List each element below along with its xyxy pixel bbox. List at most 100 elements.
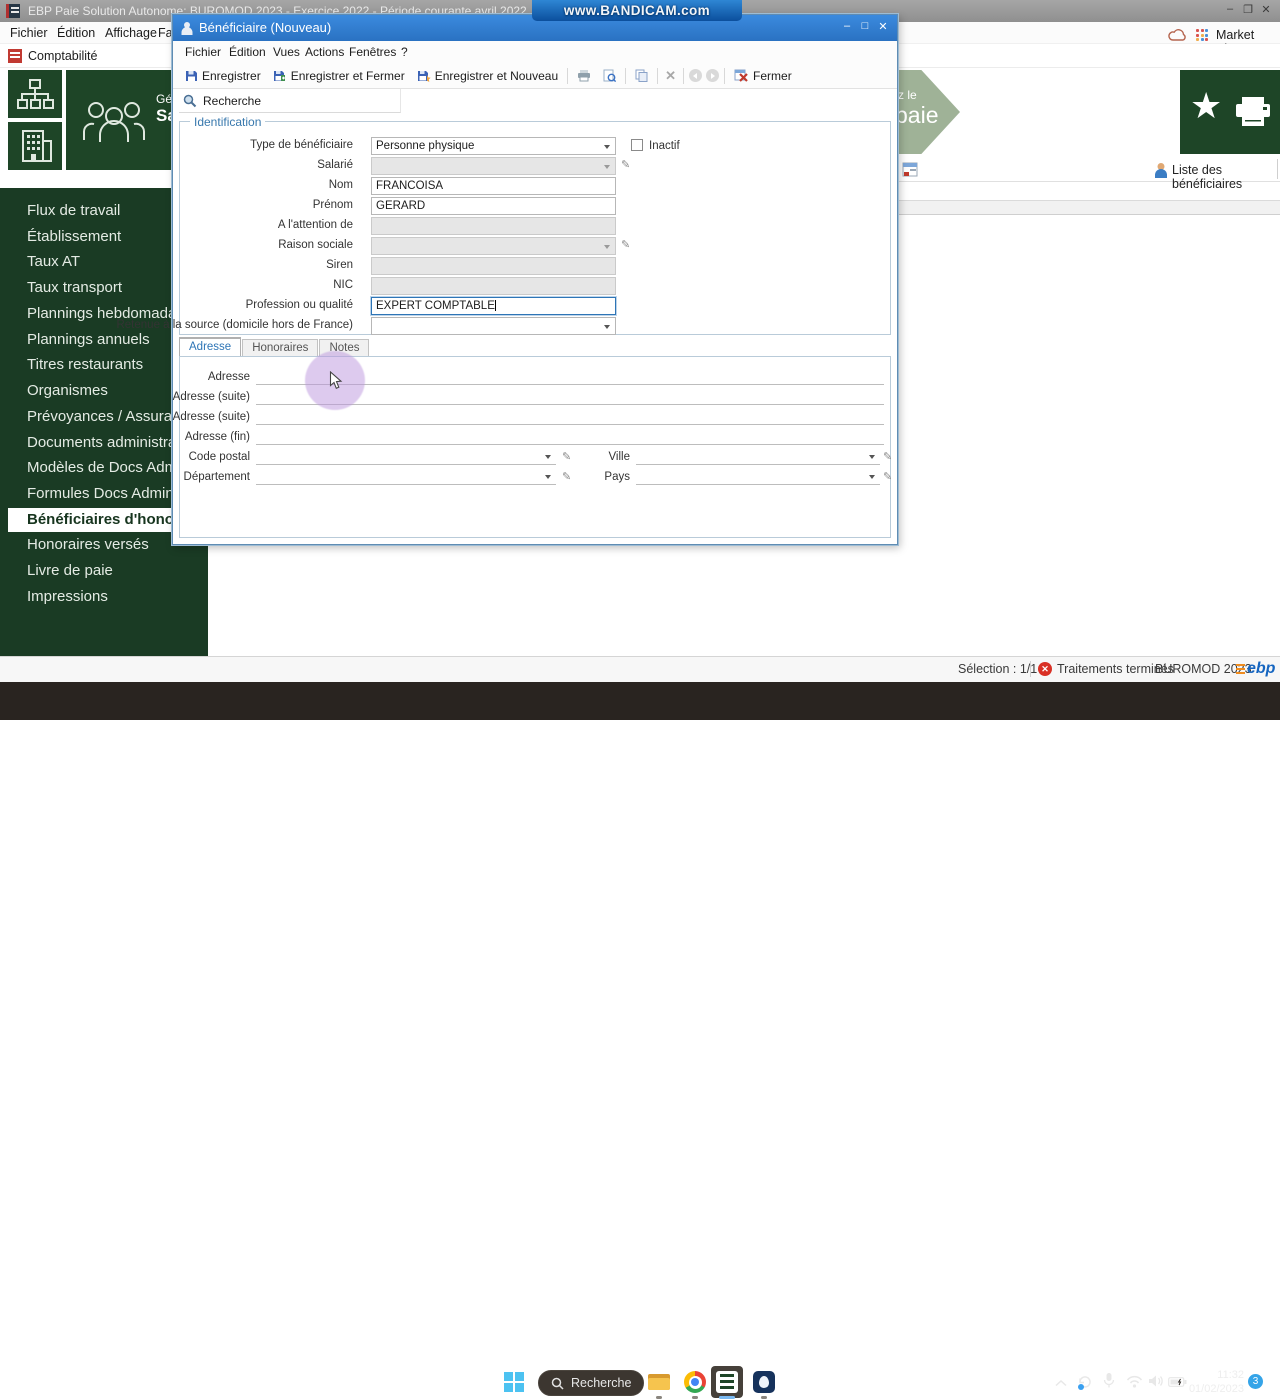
print-preview-button[interactable] [597,65,622,87]
chevron-down-icon[interactable] [869,475,875,479]
toolbar-separator [625,67,627,84]
profession-row: Profession ou qualité EXPERT COMPTABLE [173,297,885,315]
menu-edition[interactable]: Édition [57,26,95,40]
org-chart-icon [17,79,54,109]
building-tile[interactable] [8,122,62,170]
menu-vues[interactable]: Vues [273,45,300,59]
save-button[interactable]: Enregistrer [179,65,267,87]
inactif-label: Inactif [649,140,680,152]
org-chart-tile[interactable] [8,70,62,118]
tab-adresse[interactable]: Adresse [179,337,242,356]
favorites-print-tile[interactable]: ★ [1180,70,1280,154]
notification-badge[interactable]: 3 [1248,1374,1263,1389]
raison-sociale-row: Raison sociale ✎ [173,237,885,255]
chevron-down-icon[interactable] [604,145,610,149]
menu-fichier[interactable]: Fichier [185,45,221,59]
salarie-label: Salarié [317,159,353,171]
chevron-down-icon[interactable] [869,455,875,459]
maximize-icon[interactable]: □ [857,20,873,32]
copy-button[interactable] [629,65,654,87]
bandicam-icon[interactable] [753,1371,775,1393]
ville-select[interactable] [636,449,880,465]
prenom-input[interactable]: GERARD [371,197,616,215]
chrome-icon[interactable] [684,1371,706,1393]
chevron-up-icon[interactable] [1054,1379,1068,1387]
type-beneficiaire-select[interactable]: Personne physique [371,137,616,155]
sidebar-item-livre-de-paie[interactable]: Livre de paie [0,559,208,583]
departement-select[interactable] [256,469,556,485]
address-panel: Adresse Adresse (suite) Adresse (suite) … [173,356,892,538]
chevron-down-icon[interactable] [545,475,551,479]
siren-label: Siren [326,259,353,271]
start-button[interactable] [504,1371,526,1393]
delete-button[interactable]: ✕ [661,68,680,84]
adresse-suite1-row: Adresse (suite) [173,389,892,406]
restore-icon[interactable]: ❐ [1240,3,1256,16]
ebp-app-icon [716,1371,738,1393]
menu-actions[interactable]: Actions [305,45,344,59]
menu-fichier[interactable]: Fichier [10,26,48,40]
market-place-icon[interactable] [1196,29,1209,42]
close-icon[interactable]: ✕ [875,20,891,33]
minimize-icon[interactable]: – [839,20,855,32]
grid-icon[interactable] [902,162,918,178]
chevron-down-icon[interactable] [545,455,551,459]
search-icon [551,1377,564,1390]
search-band[interactable]: Recherche [179,89,401,113]
next-record-icon[interactable] [706,69,720,82]
salarie-row: Salarié ✎ [173,157,885,175]
salarie-select [371,157,616,175]
nom-input[interactable]: FRANCOISA [371,177,616,195]
toolbar-separator [724,67,726,84]
retenue-select[interactable] [371,317,616,335]
previous-record-icon[interactable] [689,69,703,82]
nic-row: NIC [173,277,885,295]
taskbar-search[interactable]: Recherche [538,1370,644,1396]
taskbar-clock[interactable]: 11:32 01/02/2023 [1180,1368,1244,1396]
ebp-taskbar-highlight[interactable] [711,1366,743,1398]
save-and-close-button[interactable]: Enregistrer et Fermer [267,65,411,87]
menu-aide[interactable]: ? [401,45,408,59]
beneficiaire-dialog: Bénéficiaire (Nouveau) – □ ✕ Fichier Édi… [116,14,898,545]
save-close-icon [273,71,285,81]
tab-honoraires[interactable]: Honoraires [242,339,319,356]
microphone-icon[interactable] [1103,1372,1115,1389]
type-beneficiaire-label: Type de bénéficiaire [250,139,353,151]
adresse-row: Adresse [180,369,892,386]
print-button[interactable] [571,65,597,87]
prenom-row: Prénom GERARD [173,197,885,215]
code-postal-select[interactable] [256,449,556,465]
close-icon[interactable]: ✕ [1258,3,1274,16]
sidebar-item-impressions[interactable]: Impressions [0,585,208,609]
pays-select[interactable] [636,469,880,485]
adresse-fin-row: Adresse (fin) [180,429,892,446]
menu-fenetres[interactable]: Fenêtres [349,45,396,59]
menu-affichage[interactable]: Affichage [105,26,157,40]
siren-row: Siren [173,257,885,275]
close-form-button[interactable]: Fermer [728,65,798,87]
chevron-down-icon[interactable] [604,325,610,329]
salaries-tile[interactable]: Gé Sa [66,70,177,170]
menu-edition[interactable]: Édition [229,45,266,59]
file-explorer-icon[interactable] [648,1371,670,1393]
building-icon [22,130,52,162]
minimize-icon[interactable]: – [1222,3,1238,15]
prenom-label: Prénom [312,199,353,211]
volume-icon[interactable] [1148,1374,1164,1388]
comptabilite-icon [8,49,22,63]
sync-icon[interactable] [1076,1373,1094,1391]
inactif-checkbox[interactable] [631,139,643,151]
save-and-new-button[interactable]: Enregistrer et Nouveau [411,65,564,87]
adresse-fin-input[interactable] [256,429,884,445]
comptabilite-label[interactable]: Comptabilité [28,49,97,63]
cloud-icon[interactable] [1168,29,1188,42]
liste-beneficiaires-button[interactable]: Liste des bénéficiaires [1172,163,1280,191]
pencil-icon: ✎ [562,471,572,483]
chevron-down-icon [604,245,610,249]
profession-label: Profession ou qualité [245,299,353,311]
adresse-suite2-input[interactable] [256,409,884,425]
wifi-icon[interactable] [1126,1375,1143,1388]
dialog-toolbar: Enregistrer Enregistrer et Fermer Enregi… [173,63,897,89]
toolbar-separator [1277,159,1278,179]
profession-input[interactable]: EXPERT COMPTABLE [371,297,616,315]
